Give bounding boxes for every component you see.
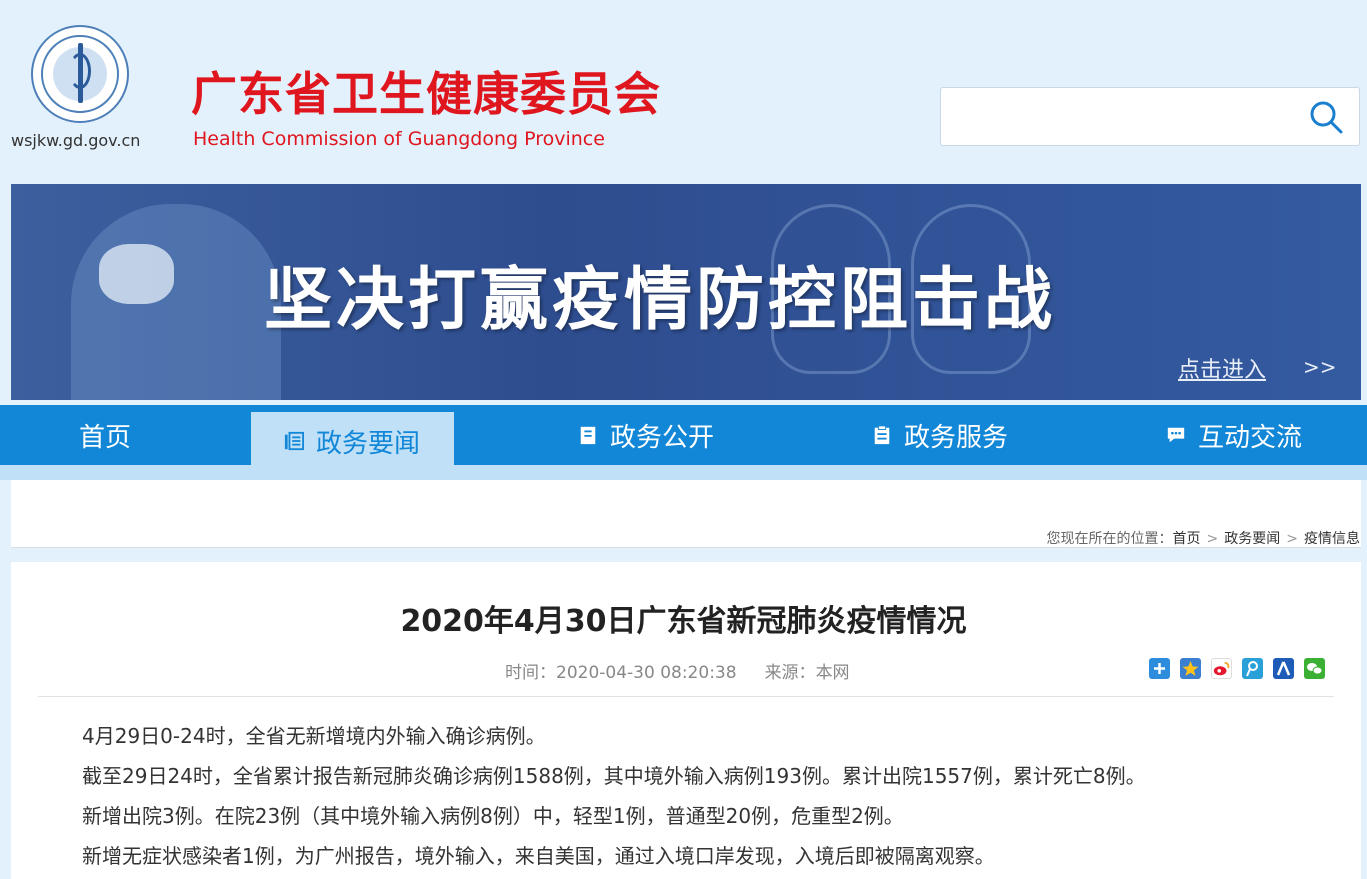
article-paragraph: 4月29日0-24时，全省无新增境内外输入确诊病例。 [82, 724, 546, 748]
search-box [940, 87, 1360, 146]
breadcrumb-home[interactable]: 首页 [1173, 531, 1201, 547]
site-domain: wsjkw.gd.gov.cn [11, 131, 141, 150]
renren-icon[interactable] [1273, 658, 1294, 679]
clipboard-icon [874, 425, 890, 445]
nav-underline [0, 465, 1367, 480]
news-icon [284, 431, 304, 451]
wechat-icon[interactable] [1304, 658, 1325, 679]
nav-item-gov-affairs[interactable]: 政务公开 [578, 405, 714, 465]
tencent-weibo-icon[interactable] [1242, 658, 1263, 679]
nav-item-label: 互动交流 [1198, 422, 1303, 453]
breadcrumb-prefix: 您现在所在的位置： [1046, 531, 1173, 547]
article-source: 本网 [815, 663, 850, 683]
main-nav: 首页 政务要闻 政务公开 政务服务 互动交流 [0, 405, 1367, 470]
publish-time: 2020-04-30 08:20:38 [556, 663, 737, 683]
breadcrumb-separator: > [1286, 531, 1298, 547]
article-paragraph: 截至29日24时，全省累计报告新冠肺炎确诊病例1588例，其中境外输入病例193… [82, 764, 1146, 788]
banner-title: 坚决打赢疫情防控阻击战 [264, 261, 1057, 340]
nav-item-label: 首页 [79, 422, 132, 453]
breadcrumb: 您现在所在的位置：首页 > 政务要闻 > 疫情信息 [1047, 528, 1360, 548]
banner-arrow-icon[interactable]: >> [1303, 355, 1337, 379]
weibo-icon[interactable] [1211, 658, 1232, 679]
header: wsjkw.gd.gov.cn 广东省卫生健康委员会 Health Commis… [0, 0, 1367, 184]
source-label: 来源： [764, 663, 816, 683]
face-mask [99, 244, 174, 304]
time-label: 时间： [505, 663, 556, 683]
nav-item-label: 政务要闻 [316, 428, 421, 459]
nav-item-interaction[interactable]: 互动交流 [1166, 405, 1302, 465]
article-paragraph: 新增无症状感染者1例，为广州报告，境外输入，来自美国，通过入境口岸发现，入境后即… [82, 844, 995, 868]
breadcrumb-news[interactable]: 政务要闻 [1224, 531, 1280, 547]
search-input[interactable] [951, 98, 1291, 136]
article-title: 2020年4月30日广东省新冠肺炎疫情情况 [400, 604, 967, 639]
site-title[interactable]: 广东省卫生健康委员会 [191, 58, 661, 124]
banner-enter-link[interactable]: 点击进入 [1178, 352, 1266, 384]
chat-icon [1167, 427, 1185, 443]
qzone-icon[interactable] [1180, 658, 1201, 679]
document-icon [580, 426, 596, 445]
nav-item-label: 政务公开 [610, 422, 715, 453]
article-paragraph: 新增出院3例。在院23例（其中境外输入病例8例）中，轻型1例，普通型20例，危重… [82, 804, 904, 828]
share-bar [1149, 658, 1325, 679]
share-more-icon[interactable] [1149, 658, 1170, 679]
doctor-figure [71, 204, 281, 400]
article-meta: 时间：2020-04-30 08:20:38 来源：本网 [505, 658, 850, 683]
logo-snake-icon [69, 53, 91, 89]
commission-logo[interactable] [31, 25, 129, 123]
nav-item-home[interactable]: 首页 [79, 405, 131, 465]
breadcrumb-separator: > [1206, 531, 1219, 547]
breadcrumb-epidemic-info[interactable]: 疫情信息 [1304, 531, 1360, 547]
nav-item-news[interactable]: 政务要闻 [251, 412, 454, 470]
site-subtitle: Health Commission of Guangdong Province [193, 128, 605, 150]
nav-item-label: 政务服务 [904, 422, 1009, 453]
meta-divider [38, 696, 1334, 697]
nav-item-services[interactable]: 政务服务 [872, 405, 1008, 465]
search-icon[interactable] [1308, 99, 1344, 135]
